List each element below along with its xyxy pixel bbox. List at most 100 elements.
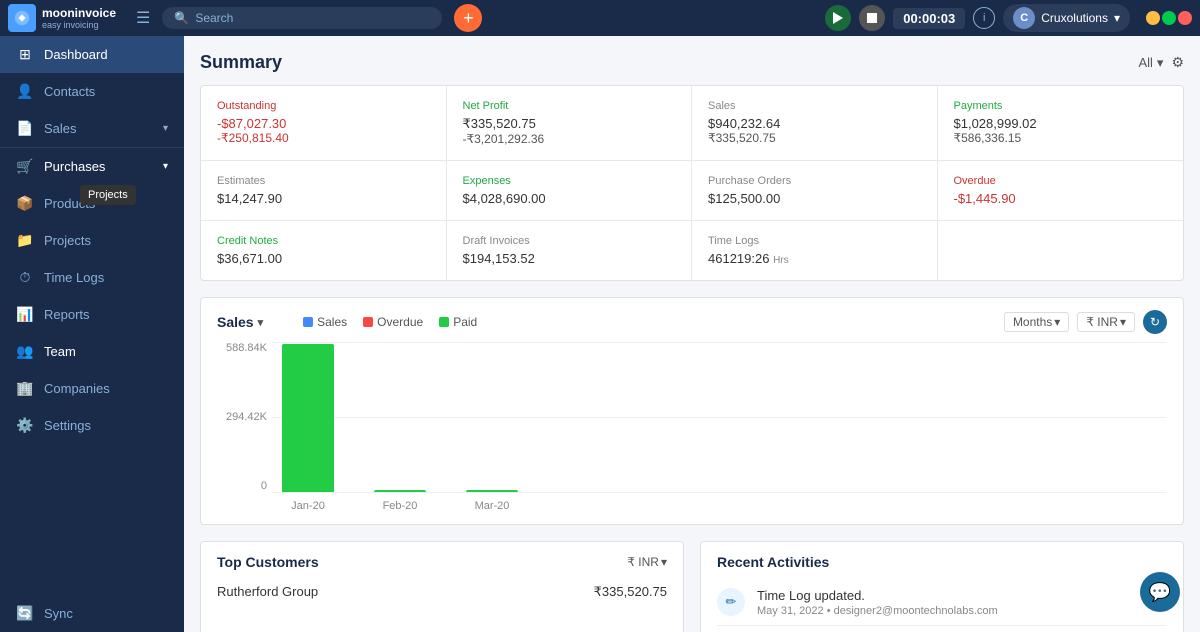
chevron-down-icon: ▾ bbox=[1157, 55, 1164, 71]
main-content: Summary All ▾ ⚙ Outstanding -$87,027.30 … bbox=[184, 36, 1200, 632]
contacts-icon: 👤 bbox=[16, 83, 34, 100]
recent-activities-header: Recent Activities bbox=[717, 554, 1167, 570]
summary-cell-netprofit: Net Profit ₹335,520.75 -₹3,201,292.36 bbox=[447, 86, 693, 161]
search-input[interactable] bbox=[195, 11, 395, 25]
top-customers-title: Top Customers bbox=[217, 554, 319, 570]
top-customers-panel: Top Customers ₹ INR ▾ Rutherford Group ₹… bbox=[200, 541, 684, 632]
search-bar[interactable]: 🔍 bbox=[162, 7, 442, 29]
companies-icon: 🏢 bbox=[16, 380, 34, 397]
activity-item-2: + New Time Log created. May 31, 2022 • d… bbox=[717, 626, 1167, 632]
sidebar-item-purchases[interactable]: 🛒 Purchases ▾ bbox=[0, 147, 184, 185]
avatar: C bbox=[1013, 7, 1035, 29]
sidebar-item-timelogs[interactable]: ⏱ Time Logs bbox=[0, 259, 184, 296]
chevron-down-icon: ▾ bbox=[163, 123, 168, 134]
summary-cell-sales: Sales $940,232.64 ₹335,520.75 bbox=[692, 86, 938, 161]
maximize-button[interactable] bbox=[1162, 11, 1176, 25]
add-button[interactable]: + bbox=[454, 4, 482, 32]
timer-display: 00:00:03 bbox=[893, 8, 965, 29]
sidebar-item-contacts[interactable]: 👤 Contacts bbox=[0, 73, 184, 110]
sidebar: ⊞ Dashboard 👤 Contacts 📄 Sales ▾ 🛒 Purch… bbox=[0, 36, 184, 632]
legend-paid: Paid bbox=[439, 315, 477, 329]
refresh-button[interactable]: ↻ bbox=[1143, 310, 1167, 334]
summary-cell-outstanding: Outstanding -$87,027.30 -₹250,815.40 bbox=[201, 86, 447, 161]
summary-cell-purchaseorders: Purchase Orders $125,500.00 bbox=[692, 161, 938, 221]
summary-cell-overdue: Overdue -$1,445.90 bbox=[938, 161, 1184, 221]
chevron-down-icon: ▾ bbox=[1120, 315, 1126, 329]
legend-dot-overdue bbox=[363, 317, 373, 327]
recent-activities-title: Recent Activities bbox=[717, 554, 829, 570]
xaxis-jan: Jan-20 bbox=[282, 500, 334, 512]
window-controls bbox=[1146, 11, 1192, 25]
minimize-button[interactable] bbox=[1146, 11, 1160, 25]
sidebar-item-projects[interactable]: 📁 Projects bbox=[0, 222, 184, 259]
currency-button[interactable]: ₹ INR ▾ bbox=[1077, 312, 1135, 332]
currency-selector[interactable]: ₹ INR ▾ bbox=[627, 555, 667, 569]
chart-yaxis: 588.84K 294.42K 0 bbox=[217, 342, 267, 492]
account-name: Cruxolutions bbox=[1041, 11, 1108, 25]
months-button[interactable]: Months ▾ bbox=[1004, 312, 1069, 332]
close-button[interactable] bbox=[1178, 11, 1192, 25]
reports-icon: 📊 bbox=[16, 306, 34, 323]
activity-icon-edit: ✏ bbox=[717, 588, 745, 616]
layout: ⊞ Dashboard 👤 Contacts 📄 Sales ▾ 🛒 Purch… bbox=[0, 36, 1200, 632]
summary-cell-payments: Payments $1,028,999.02 ₹586,336.15 bbox=[938, 86, 1184, 161]
sync-icon: 🔄 bbox=[16, 605, 34, 622]
chart-title: Sales ▾ bbox=[217, 314, 263, 330]
tooltip-projects: Projects bbox=[80, 185, 136, 205]
sidebar-item-reports[interactable]: 📊 Reports bbox=[0, 296, 184, 333]
sidebar-item-products[interactable]: 📦 Products Projects bbox=[0, 185, 184, 222]
xaxis-labels: Jan-20 Feb-20 Mar-20 bbox=[272, 500, 1167, 512]
summary-header: Summary All ▾ ⚙ bbox=[200, 52, 1184, 73]
grid-line bbox=[272, 492, 1167, 493]
topbar-right: 00:00:03 i C Cruxolutions ▾ bbox=[825, 4, 1192, 32]
bar-group-mar bbox=[466, 490, 518, 492]
sidebar-item-settings[interactable]: ⚙️ Settings bbox=[0, 407, 184, 444]
sidebar-item-companies[interactable]: 🏢 Companies bbox=[0, 370, 184, 407]
customer-row: Rutherford Group ₹335,520.75 bbox=[217, 580, 667, 604]
legend-sales: Sales bbox=[303, 315, 347, 329]
stop-button[interactable] bbox=[859, 5, 885, 31]
activity-item-1: ✏ Time Log updated. May 31, 2022 • desig… bbox=[717, 580, 1167, 626]
dashboard-icon: ⊞ bbox=[16, 46, 34, 63]
summary-cell-draftinvoices: Draft Invoices $194,153.52 bbox=[447, 221, 693, 280]
top-customers-header: Top Customers ₹ INR ▾ bbox=[217, 554, 667, 570]
chart-area: 588.84K 294.42K 0 bbox=[217, 342, 1167, 512]
logo-text: mooninvoice easy invoicing bbox=[42, 6, 116, 30]
sidebar-item-team[interactable]: 👥 Team bbox=[0, 333, 184, 370]
search-icon: 🔍 bbox=[174, 11, 189, 25]
bar-jan bbox=[282, 344, 334, 492]
summary-title: Summary bbox=[200, 52, 282, 73]
legend-dot-paid bbox=[439, 317, 449, 327]
filter-icon[interactable]: ⚙ bbox=[1171, 54, 1184, 71]
recent-activities-panel: Recent Activities ✏ Time Log updated. Ma… bbox=[700, 541, 1184, 632]
summary-cell-expenses: Expenses $4,028,690.00 bbox=[447, 161, 693, 221]
play-button[interactable] bbox=[825, 5, 851, 31]
summary-cell-creditnotes: Credit Notes $36,671.00 bbox=[201, 221, 447, 280]
customer-name: Rutherford Group bbox=[217, 584, 318, 600]
chevron-down-icon: ▾ bbox=[163, 161, 168, 172]
topbar: mooninvoice easy invoicing ☰ 🔍 + 00:00:0… bbox=[0, 0, 1200, 36]
activity-content: Time Log updated. May 31, 2022 • designe… bbox=[757, 588, 998, 617]
chart-legend: Sales Overdue Paid bbox=[303, 315, 477, 329]
sidebar-item-sync[interactable]: 🔄 Sync bbox=[0, 595, 184, 632]
chart-bars bbox=[272, 342, 1167, 492]
products-icon: 📦 bbox=[16, 195, 34, 212]
summary-grid: Outstanding -$87,027.30 -₹250,815.40 Net… bbox=[200, 85, 1184, 281]
sales-icon: 📄 bbox=[16, 120, 34, 137]
all-filter-button[interactable]: All ▾ bbox=[1138, 55, 1163, 71]
chat-button[interactable]: 💬 bbox=[1140, 572, 1180, 612]
purchases-icon: 🛒 bbox=[16, 158, 34, 175]
projects-icon: 📁 bbox=[16, 232, 34, 249]
bar-group-jan bbox=[282, 344, 334, 492]
legend-dot-sales bbox=[303, 317, 313, 327]
account-button[interactable]: C Cruxolutions ▾ bbox=[1003, 4, 1130, 32]
sidebar-item-sales[interactable]: 📄 Sales ▾ bbox=[0, 110, 184, 147]
timelogs-icon: ⏱ bbox=[16, 269, 34, 286]
chart-header: Sales ▾ Sales Overdue Paid bbox=[217, 310, 1167, 334]
hamburger-menu[interactable]: ☰ bbox=[132, 4, 154, 32]
info-button[interactable]: i bbox=[973, 7, 995, 29]
customer-amount: ₹335,520.75 bbox=[594, 584, 667, 600]
team-icon: 👥 bbox=[16, 343, 34, 360]
xaxis-mar: Mar-20 bbox=[466, 500, 518, 512]
sidebar-item-dashboard[interactable]: ⊞ Dashboard bbox=[0, 36, 184, 73]
